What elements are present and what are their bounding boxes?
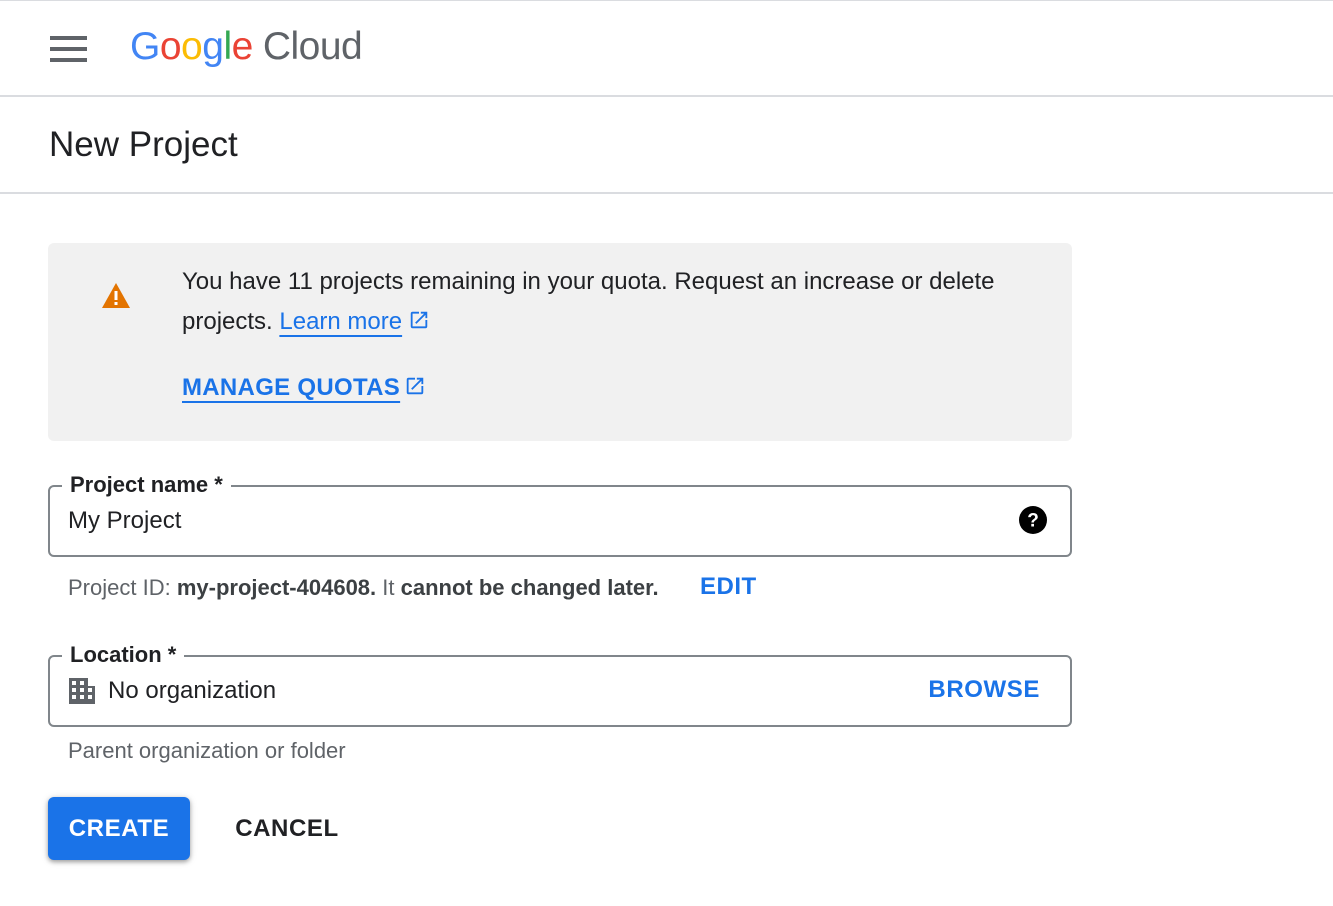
top-bar: Google Cloud bbox=[0, 0, 1333, 97]
help-circle-icon[interactable]: ? bbox=[1018, 505, 1048, 535]
project-id-prefix: Project ID: bbox=[68, 575, 171, 600]
organization-building-icon bbox=[69, 678, 95, 704]
project-name-field[interactable]: Project name * My Project ? bbox=[48, 471, 1072, 557]
page-title: New Project bbox=[49, 125, 238, 164]
quota-notice-text: You have 11 projects remaining in your q… bbox=[182, 262, 1012, 342]
hamburger-menu-icon[interactable] bbox=[50, 36, 87, 62]
svg-text:?: ? bbox=[1027, 511, 1039, 532]
project-name-input[interactable]: My Project bbox=[68, 507, 181, 535]
external-link-icon[interactable] bbox=[404, 375, 426, 397]
manage-quotas-link[interactable]: MANAGE QUOTAS bbox=[182, 374, 426, 402]
location-field[interactable]: Location * No organization BROWSE bbox=[48, 641, 1072, 727]
cancel-button[interactable]: CANCEL bbox=[222, 797, 352, 860]
project-id-middle: It bbox=[382, 575, 395, 600]
external-link-icon[interactable] bbox=[408, 309, 430, 331]
edit-project-id-button[interactable]: EDIT bbox=[700, 573, 757, 601]
google-cloud-logo[interactable]: Google Cloud bbox=[130, 25, 363, 73]
location-value: No organization bbox=[108, 677, 277, 704]
project-id-hint: Project ID: my-project-404608. It cannot… bbox=[68, 575, 659, 601]
create-button[interactable]: CREATE bbox=[48, 797, 190, 860]
location-hint: Parent organization or folder bbox=[68, 738, 346, 763]
browse-button[interactable]: BROWSE bbox=[928, 676, 1040, 704]
warning-icon bbox=[102, 283, 130, 308]
project-id-value: my-project-404608. bbox=[176, 575, 377, 600]
learn-more-link[interactable]: Learn more bbox=[279, 308, 402, 335]
logo-brand: Google bbox=[130, 25, 253, 68]
manage-quotas-label[interactable]: MANAGE QUOTAS bbox=[182, 374, 400, 401]
project-name-label: Project name * bbox=[62, 471, 231, 499]
page-header: New Project bbox=[0, 97, 1333, 194]
location-label: Location * bbox=[62, 641, 185, 669]
project-id-suffix: cannot be changed later. bbox=[400, 575, 659, 600]
logo-product: Cloud bbox=[262, 25, 363, 68]
